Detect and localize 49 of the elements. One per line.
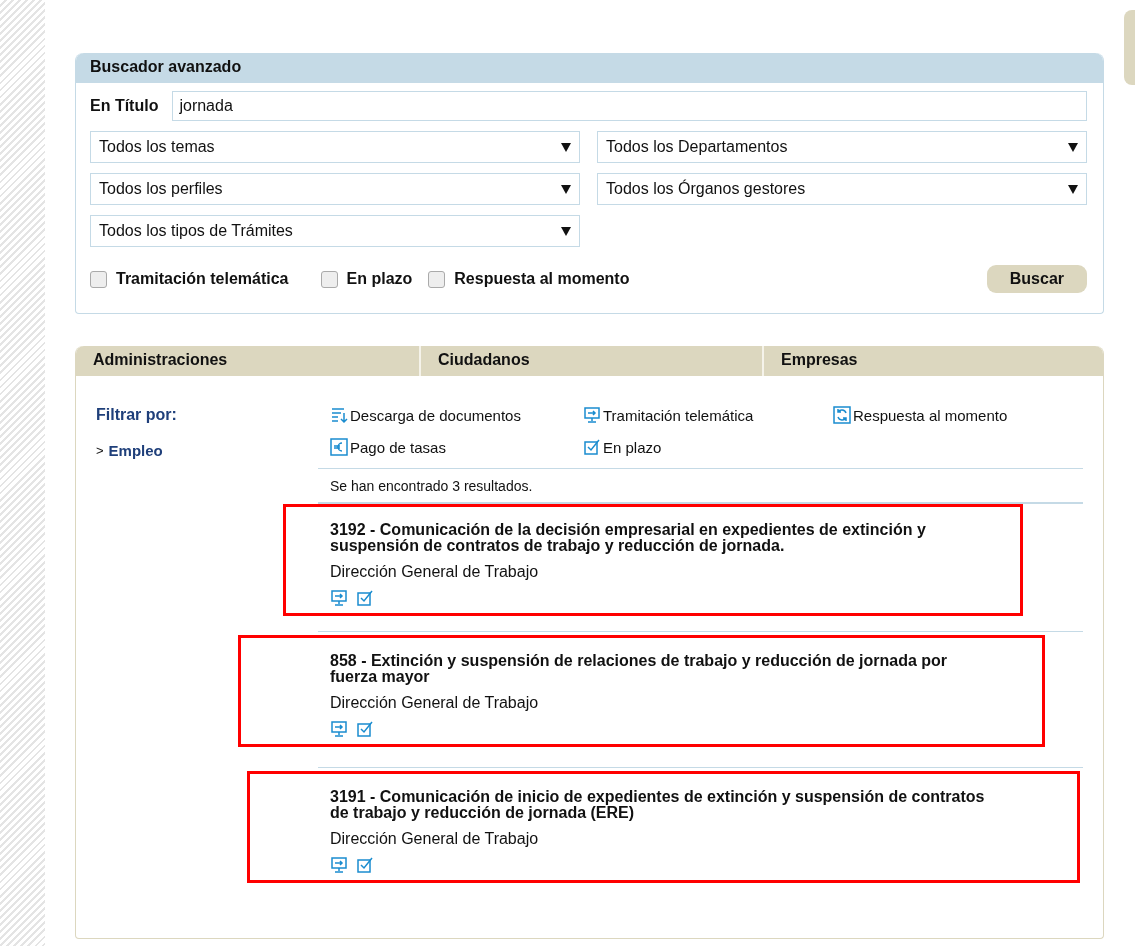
result-title[interactable]: 858 - Extinción y suspensión de relaciones de trabajo y reducción de jornada por fuerza mayor xyxy=(330,653,970,685)
result-title[interactable]: 3191 - Comunicación de inicio de expedientes de extinción y suspensión de contratos de trabajo y reducción de jornada (ERE) xyxy=(330,789,995,821)
search-button[interactable]: Buscar xyxy=(986,265,1087,293)
checkbox-label: En plazo xyxy=(346,270,413,288)
dropdown[interactable]: Todos los temas xyxy=(90,131,580,163)
bullet-marker: > xyxy=(96,443,104,458)
dropdown[interactable]: Todos los tipos de Trámites xyxy=(90,215,580,247)
dropdown[interactable]: Todos los Órganos gestores xyxy=(597,173,1087,205)
refresh-icon xyxy=(833,406,851,424)
legend-label: En plazo xyxy=(603,438,662,456)
monitor-icon xyxy=(330,720,348,738)
filter-link[interactable]: Empleo xyxy=(108,442,163,459)
checkbox-icon xyxy=(356,720,374,738)
result-organization: Dirección General de Trabajo xyxy=(330,830,540,848)
document-list-icon xyxy=(330,406,348,424)
checkbox[interactable] xyxy=(320,270,338,288)
result-organization: Dirección General de Trabajo xyxy=(330,563,540,581)
checkbox-label: Respuesta al momento xyxy=(454,270,630,288)
legend-label: Pago de tasas xyxy=(350,438,446,456)
checkbox-icon xyxy=(356,589,374,607)
tab[interactable]: Ciudadanos xyxy=(419,346,762,376)
result-count: Se han encontrado 3 resultados. xyxy=(318,469,1083,503)
checkbox[interactable] xyxy=(428,270,446,288)
caret-icon xyxy=(1068,142,1078,152)
title-input[interactable]: jornada xyxy=(172,91,1087,121)
checkbox-icon xyxy=(356,856,374,874)
checkbox-icon xyxy=(583,438,601,456)
panel-title: Buscador avanzado xyxy=(76,53,1103,83)
dropdown[interactable]: Todos los Departamentos xyxy=(597,131,1087,163)
caret-icon xyxy=(1068,184,1078,194)
caret-icon xyxy=(561,226,571,236)
field-label: En Título xyxy=(90,97,159,115)
legend-label: Descarga de documentos xyxy=(350,406,521,424)
tab[interactable]: Empresas xyxy=(762,346,1103,376)
checkbox-label: Tramitación telemática xyxy=(116,270,289,288)
checkbox[interactable] xyxy=(90,270,107,288)
monitor-icon xyxy=(330,589,348,607)
side-tab[interactable] xyxy=(1124,10,1135,85)
caret-icon xyxy=(561,184,571,194)
tab[interactable]: Administraciones xyxy=(76,346,419,376)
dropdown[interactable]: Todos los perfiles xyxy=(90,173,580,205)
legend-label: Respuesta al momento xyxy=(853,406,1008,424)
result-title[interactable]: 3192 - Comunicación de la decisión empresarial en expedientes de extinción y suspensión de contratos de trabajo y reducción de jornada. xyxy=(330,522,950,554)
monitor-icon xyxy=(583,406,601,424)
result-organization: Dirección General de Trabajo xyxy=(330,694,540,712)
caret-icon xyxy=(561,142,571,152)
filter-title: Filtrar por: xyxy=(96,406,178,424)
legend-label: Tramitación telemática xyxy=(603,406,754,424)
monitor-icon xyxy=(330,856,348,874)
